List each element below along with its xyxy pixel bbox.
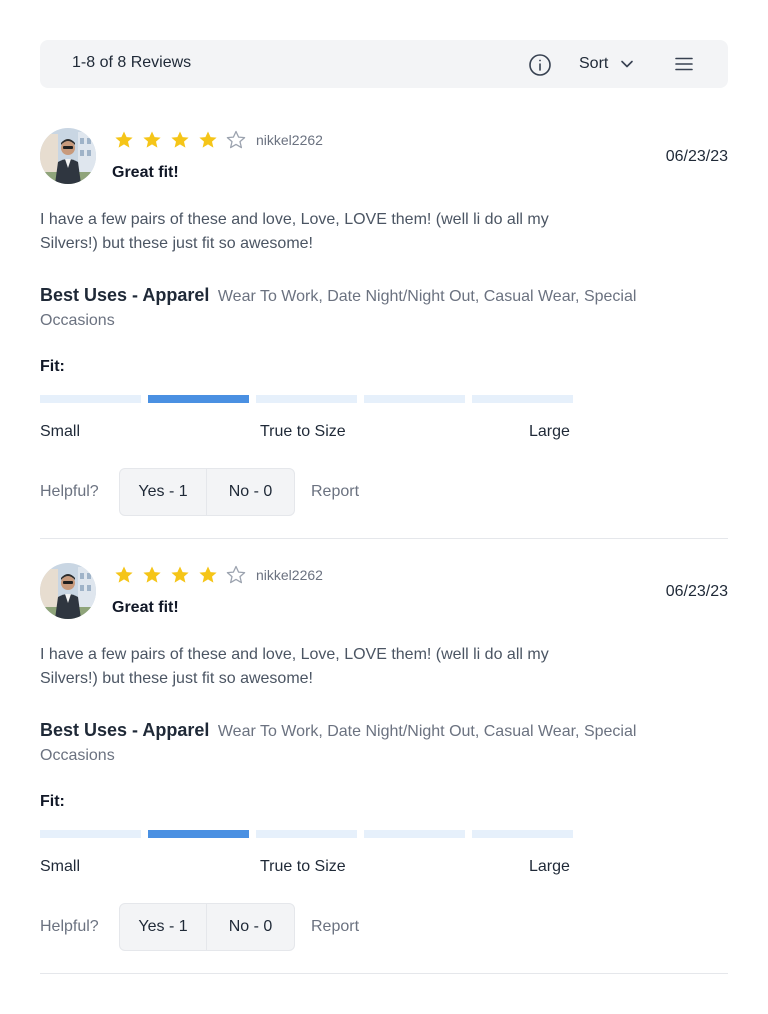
fit-large-label: Large	[529, 858, 570, 875]
fit-segment-selected	[148, 395, 249, 403]
sort-button[interactable]: Sort	[579, 52, 634, 76]
avatar	[40, 563, 96, 619]
star-rating	[114, 565, 254, 585]
fit-segment-selected	[148, 830, 249, 838]
helpful-label: Helpful?	[40, 918, 99, 935]
review-count: 1-8 of 8 Reviews	[72, 54, 192, 71]
review-body: I have a few pairs of these and love, Lo…	[40, 211, 549, 252]
vote-group: Yes - 1 No - 0	[119, 903, 295, 951]
helpful-label: Helpful?	[40, 483, 99, 500]
fit-segment	[364, 830, 465, 838]
vote-group: Yes - 1 No - 0	[119, 468, 295, 516]
star-filled-icon	[115, 131, 133, 148]
fit-label: Fit:	[40, 793, 65, 810]
helpful-yes-button[interactable]: Yes - 1	[120, 469, 207, 515]
chevron-down-icon	[621, 60, 634, 68]
best-uses-label: Best Uses - Apparel	[40, 285, 210, 305]
review-body: I have a few pairs of these and love, Lo…	[40, 646, 549, 687]
star-empty-icon	[226, 565, 246, 584]
best-uses: Best Uses - Apparel Wear To Work, Date N…	[40, 283, 700, 333]
fit-scale-bar	[40, 830, 580, 838]
best-uses-label: Best Uses - Apparel	[40, 720, 210, 740]
star-filled-icon	[143, 566, 161, 583]
helpful-yes-button[interactable]: Yes - 1	[120, 904, 207, 950]
reviews-toolbar: 1-8 of 8 Reviews Sort	[40, 40, 728, 88]
fit-segment	[364, 395, 465, 403]
review-date: 06/23/23	[665, 148, 728, 165]
review-divider	[40, 538, 728, 539]
fit-true-label: True to Size	[260, 423, 346, 440]
fit-segment	[40, 395, 141, 403]
star-filled-icon	[199, 566, 217, 583]
reviewer-username: nikkel2262	[256, 132, 323, 148]
report-link[interactable]: Report	[311, 918, 359, 936]
fit-segment	[472, 395, 573, 403]
review-title: Great fit!	[112, 599, 179, 616]
star-filled-icon	[171, 131, 189, 148]
fit-segment	[256, 830, 357, 838]
review-date: 06/23/23	[665, 583, 728, 600]
fit-true-label: True to Size	[260, 858, 346, 875]
fit-small-label: Small	[40, 858, 81, 875]
fit-segment	[472, 830, 573, 838]
helpful-no-button[interactable]: No - 0	[207, 904, 294, 950]
avatar	[40, 128, 96, 184]
sort-label: Sort	[579, 55, 609, 72]
fit-label: Fit:	[40, 358, 65, 375]
helpful-no-button[interactable]: No - 0	[207, 469, 294, 515]
fit-segment	[256, 395, 357, 403]
review-divider	[40, 973, 728, 974]
star-rating	[114, 130, 254, 150]
fit-segment	[40, 830, 141, 838]
reviewer-username: nikkel2262	[256, 567, 323, 583]
best-uses: Best Uses - Apparel Wear To Work, Date N…	[40, 718, 700, 768]
hamburger-menu-icon[interactable]	[674, 54, 694, 74]
fit-scale-bar	[40, 395, 580, 403]
star-filled-icon	[115, 566, 133, 583]
review-title: Great fit!	[112, 164, 179, 181]
star-filled-icon	[143, 131, 161, 148]
info-icon[interactable]	[528, 53, 552, 77]
report-link[interactable]: Report	[311, 483, 359, 501]
star-filled-icon	[199, 131, 217, 148]
fit-small-label: Small	[40, 423, 81, 440]
star-filled-icon	[171, 566, 189, 583]
fit-large-label: Large	[529, 423, 570, 440]
star-empty-icon	[226, 130, 246, 149]
